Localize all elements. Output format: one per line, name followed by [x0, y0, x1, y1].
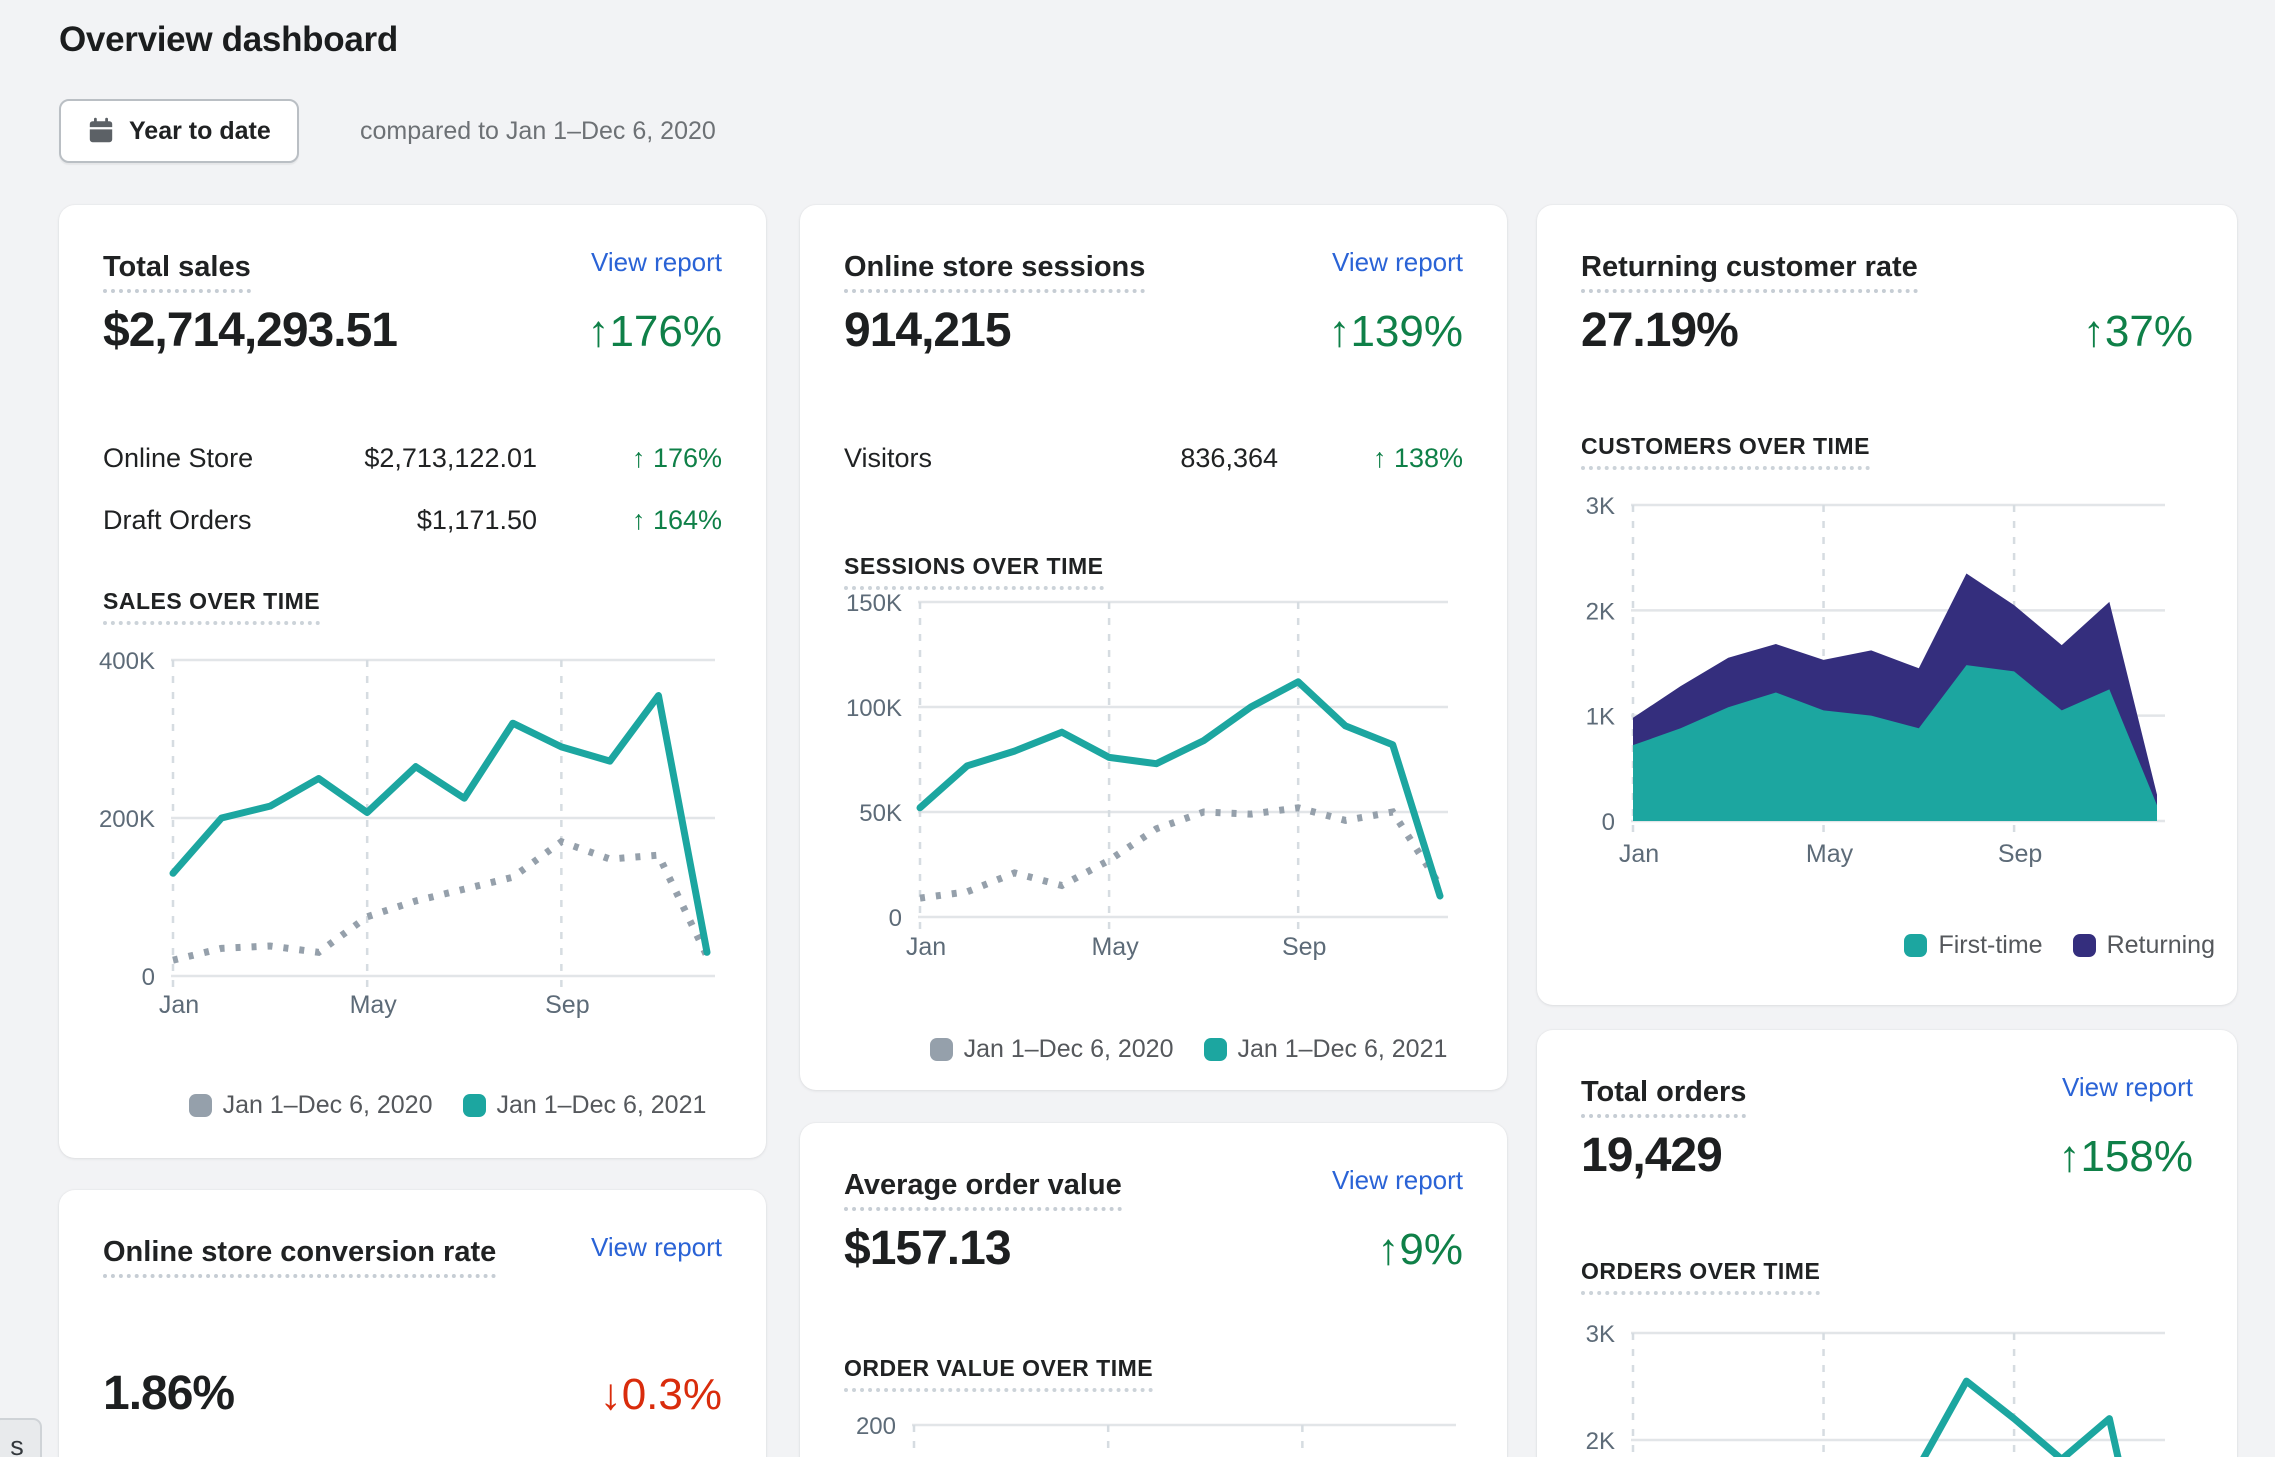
conversion-rate-delta: ↓0.3%: [600, 1370, 722, 1420]
conversion-rate-value: 1.86%: [103, 1366, 234, 1421]
breakdown-row-draft-orders: Draft Orders $1,171.50 ↑ 164%: [103, 489, 722, 551]
svg-text:Sep: Sep: [1282, 933, 1326, 961]
total-orders-title[interactable]: Total orders: [1581, 1070, 1746, 1115]
sessions-delta: ↑139%: [1328, 307, 1463, 357]
orders-view-report-link[interactable]: View report: [2062, 1072, 2193, 1103]
total-sales-value: $2,714,293.51: [103, 303, 397, 358]
svg-text:Jan: Jan: [1619, 840, 1659, 868]
svg-text:Jan: Jan: [159, 991, 199, 1019]
keyboard-shortcut-badge[interactable]: s: [0, 1418, 42, 1457]
total-orders-card: Total orders View report 19,429 ↑158% OR…: [1537, 1030, 2237, 1457]
svg-text:200: 200: [856, 1415, 896, 1440]
svg-text:0: 0: [142, 964, 155, 991]
returning-rate-title[interactable]: Returning customer rate: [1581, 245, 1918, 290]
customers-over-time-chart: 0 1K 2K 3K Jan May Sep: [1537, 490, 2237, 890]
order-value-over-time-label[interactable]: ORDER VALUE OVER TIME: [844, 1355, 1153, 1382]
conversion-rate-card: Online store conversion rate View report…: [59, 1190, 766, 1457]
date-range-label: Year to date: [129, 117, 271, 146]
date-range-button[interactable]: Year to date: [59, 99, 299, 163]
sessions-over-time-chart: 0 50K 100K 150K Jan May Sep: [800, 587, 1507, 979]
compare-range-text: compared to Jan 1–Dec 6, 2020: [360, 99, 716, 163]
svg-text:400K: 400K: [99, 648, 155, 675]
conversion-rate-title[interactable]: Online store conversion rate: [103, 1230, 496, 1275]
returning-rate-card: Returning customer rate 27.19% ↑37% CUST…: [1537, 205, 2237, 1005]
legend-swatch-returning: [2073, 934, 2096, 957]
svg-text:3K: 3K: [1586, 1321, 1615, 1348]
aov-delta: ↑9%: [1377, 1225, 1463, 1275]
total-orders-delta: ↑158%: [2058, 1132, 2193, 1182]
svg-text:200K: 200K: [99, 806, 155, 833]
svg-text:May: May: [1091, 933, 1139, 961]
legend-swatch-2021: [1204, 1038, 1227, 1061]
returning-rate-delta: ↑37%: [2083, 307, 2193, 357]
sales-chart-legend: Jan 1–Dec 6, 2020 Jan 1–Dec 6, 2021: [129, 1091, 766, 1120]
legend-swatch-2020: [189, 1094, 212, 1117]
customers-chart-legend: First-time Returning: [1904, 931, 2215, 960]
svg-text:Jan: Jan: [906, 933, 946, 961]
svg-text:Sep: Sep: [545, 991, 589, 1019]
svg-text:100K: 100K: [846, 695, 902, 722]
svg-text:May: May: [350, 991, 398, 1019]
aov-title[interactable]: Average order value: [844, 1163, 1122, 1208]
calendar-icon: [87, 117, 115, 145]
legend-swatch-first-time: [1904, 934, 1927, 957]
orders-over-time-chart: 01K2K3KJanMaySep: [1537, 1318, 2237, 1457]
sessions-card: Online store sessions View report 914,21…: [800, 205, 1507, 1090]
average-order-value-card: Average order value View report $157.13 …: [800, 1123, 1507, 1457]
svg-text:50K: 50K: [859, 800, 902, 827]
legend-item: First-time: [1904, 931, 2042, 960]
page-title: Overview dashboard: [59, 20, 398, 60]
svg-text:150K: 150K: [846, 590, 902, 617]
legend-swatch-2021: [463, 1094, 486, 1117]
sessions-title[interactable]: Online store sessions: [844, 245, 1145, 290]
legend-item: Jan 1–Dec 6, 2020: [189, 1091, 433, 1120]
sessions-chart-legend: Jan 1–Dec 6, 2020 Jan 1–Dec 6, 2021: [870, 1035, 1507, 1064]
svg-text:0: 0: [889, 905, 902, 932]
sessions-over-time-label[interactable]: SESSIONS OVER TIME: [844, 553, 1104, 580]
total-sales-card: Total sales View report $2,714,293.51 ↑1…: [59, 205, 766, 1158]
svg-text:1K: 1K: [1586, 704, 1615, 731]
sales-over-time-chart: 0 200K 400K Jan May Sep: [59, 645, 766, 1037]
breakdown-row-visitors: Visitors 836,364 ↑ 138%: [844, 427, 1463, 489]
sessions-value: 914,215: [844, 303, 1011, 358]
aov-view-report-link[interactable]: View report: [1332, 1165, 1463, 1196]
legend-item: Returning: [2073, 931, 2215, 960]
aov-value: $157.13: [844, 1221, 1011, 1276]
conversion-view-report-link[interactable]: View report: [591, 1232, 722, 1263]
total-sales-delta: ↑176%: [587, 307, 722, 357]
svg-text:Sep: Sep: [1998, 840, 2042, 868]
legend-swatch-2020: [930, 1038, 953, 1061]
total-sales-view-report-link[interactable]: View report: [591, 247, 722, 278]
returning-rate-value: 27.19%: [1581, 303, 1738, 358]
customers-over-time-label[interactable]: CUSTOMERS OVER TIME: [1581, 433, 1870, 460]
legend-item: Jan 1–Dec 6, 2021: [463, 1091, 707, 1120]
legend-item: Jan 1–Dec 6, 2021: [1204, 1035, 1448, 1064]
legend-item: Jan 1–Dec 6, 2020: [930, 1035, 1174, 1064]
total-sales-title[interactable]: Total sales: [103, 245, 251, 290]
order-value-over-time-chart: 200JanMaySep: [800, 1415, 1507, 1457]
svg-text:2K: 2K: [1586, 1428, 1615, 1455]
breakdown-row-online-store: Online Store $2,713,122.01 ↑ 176%: [103, 427, 722, 489]
svg-text:2K: 2K: [1586, 598, 1615, 625]
overview-dashboard-page: Overview dashboard Year to date compared…: [0, 0, 2275, 1457]
total-orders-value: 19,429: [1581, 1128, 1722, 1183]
svg-text:May: May: [1806, 840, 1854, 868]
sales-over-time-label[interactable]: SALES OVER TIME: [103, 588, 320, 615]
svg-text:0: 0: [1602, 809, 1615, 836]
orders-over-time-label[interactable]: ORDERS OVER TIME: [1581, 1258, 1820, 1285]
svg-text:3K: 3K: [1586, 493, 1615, 520]
sessions-view-report-link[interactable]: View report: [1332, 247, 1463, 278]
